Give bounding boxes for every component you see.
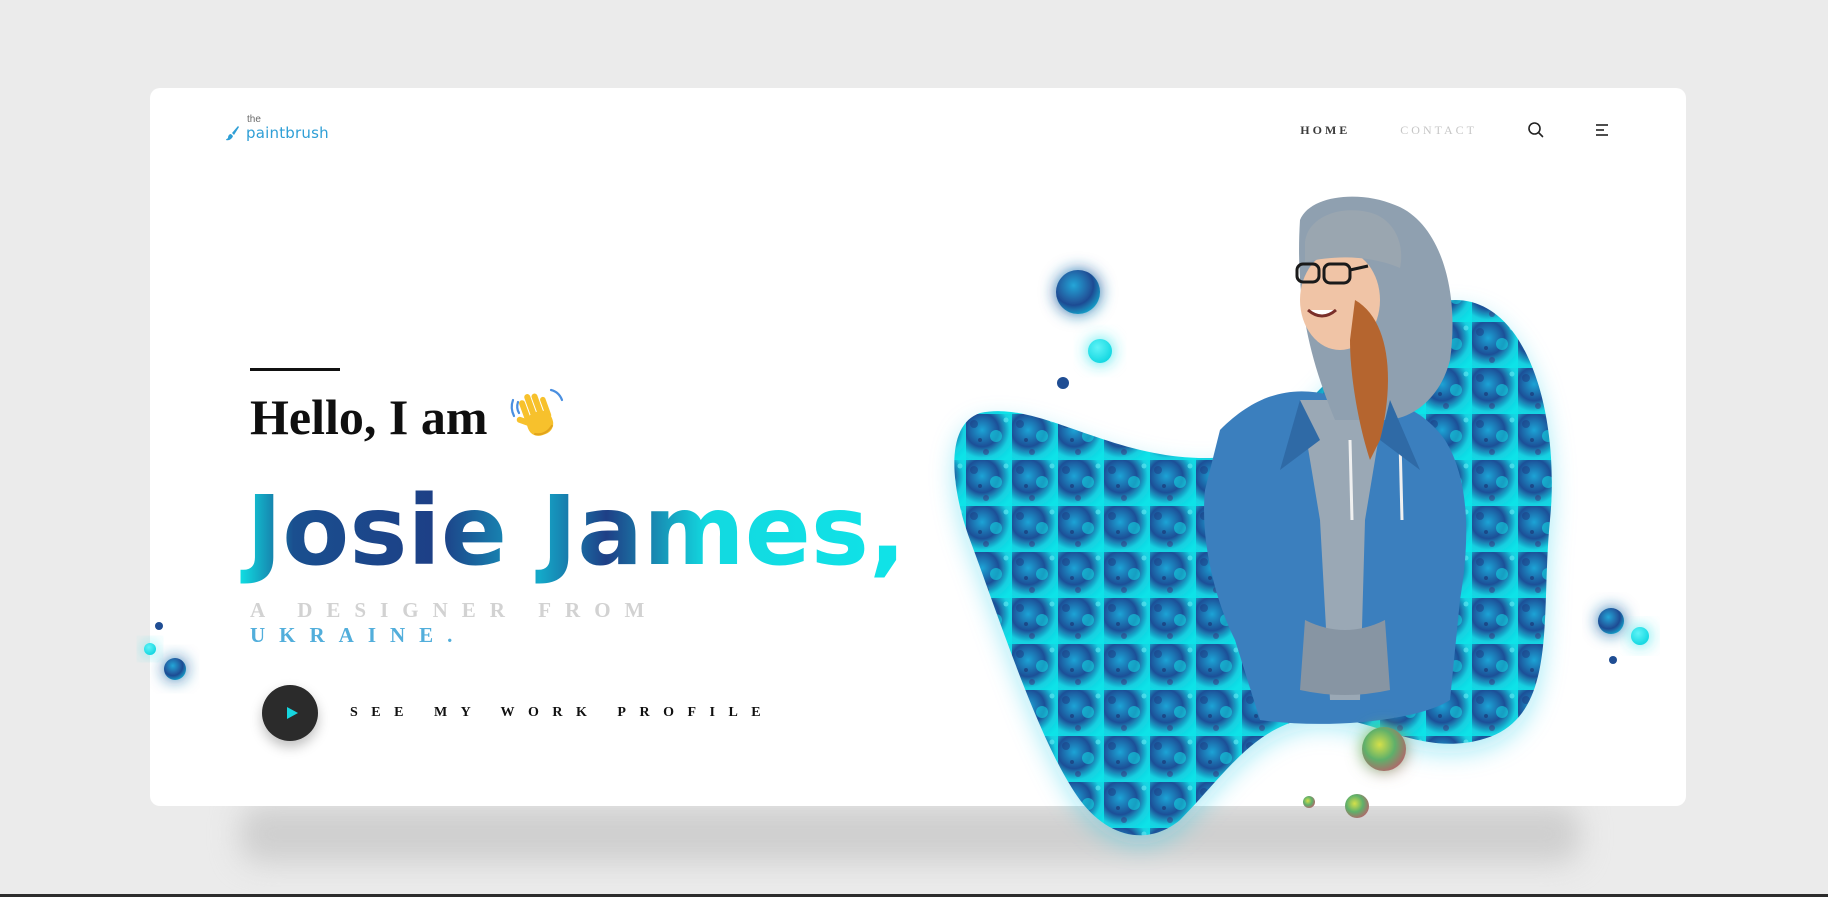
cta-label: SEE MY WORK PROFILE: [350, 705, 775, 720]
hero-card: the paintbrush HOME CONTACT Hello, I am: [150, 88, 1686, 806]
play-button[interactable]: [262, 685, 318, 741]
menu-icon[interactable]: [1593, 121, 1611, 139]
nav-home-link[interactable]: HOME: [1300, 123, 1350, 138]
main-nav: HOME CONTACT: [1300, 121, 1611, 139]
tagline-line-2: UKRAINE.: [250, 623, 467, 647]
greeting-heading: Hello, I am: [250, 388, 565, 446]
tagline-line-1: A DESIGNER FROM: [250, 598, 659, 622]
card-shadow: [240, 805, 1580, 863]
hero-name: Josie James,: [240, 475, 906, 587]
greeting-text: Hello, I am: [250, 389, 488, 445]
waving-hand-icon: [511, 388, 564, 436]
paintbrush-icon: [226, 126, 239, 141]
heading-rule: [250, 368, 340, 371]
search-icon[interactable]: [1527, 121, 1545, 139]
brand-logo[interactable]: the paintbrush: [226, 115, 329, 141]
page: the paintbrush HOME CONTACT Hello, I am: [0, 0, 1828, 897]
nav-contact-link[interactable]: CONTACT: [1400, 123, 1477, 138]
play-icon: [286, 707, 298, 719]
brand-name: paintbrush: [246, 124, 329, 142]
see-work-cta[interactable]: SEE MY WORK PROFILE: [262, 685, 774, 741]
hero-tagline: A DESIGNER FROM UKRAINE.: [250, 598, 658, 648]
hero-name-text: Josie James,: [240, 475, 906, 587]
